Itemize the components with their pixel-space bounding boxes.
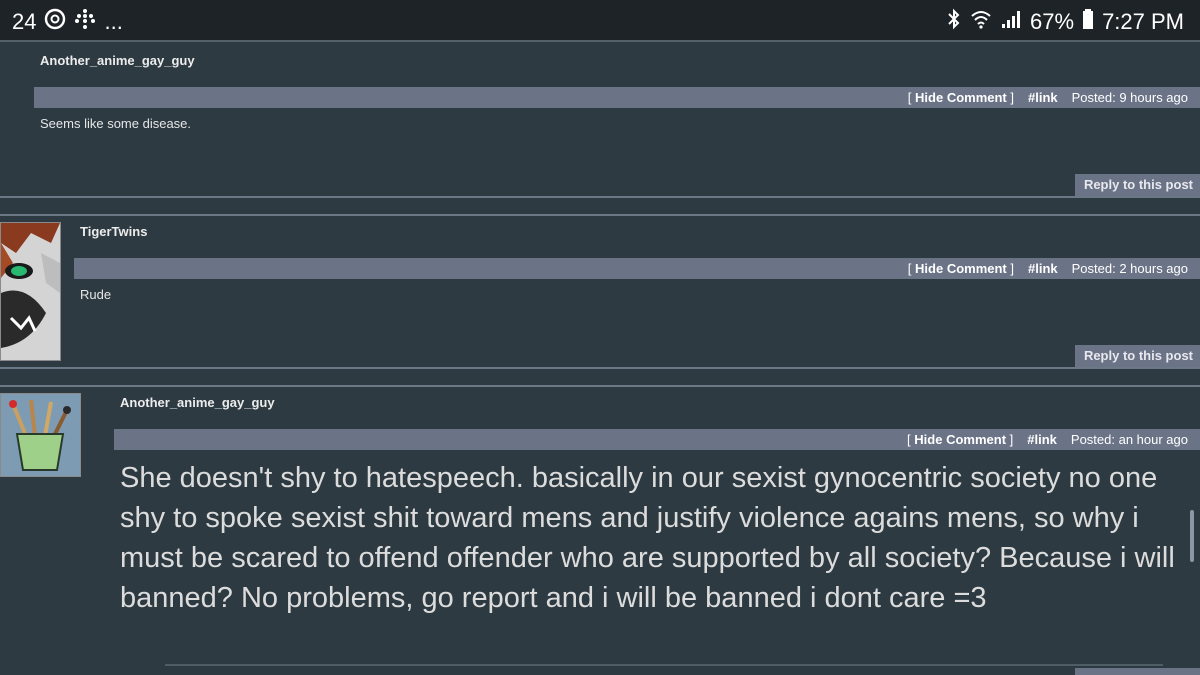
posted-time: Posted: 9 hours ago xyxy=(1071,90,1188,105)
comment-username[interactable]: Another_anime_gay_guy xyxy=(40,53,195,68)
comment-separator xyxy=(0,214,1200,216)
bluetooth-icon xyxy=(946,8,962,36)
hide-comment-link[interactable]: Hide Comment xyxy=(915,261,1007,276)
comment-separator xyxy=(0,367,1200,369)
comment-header-bar: [ Hide Comment ] #link Posted: an hour ago xyxy=(114,429,1200,450)
sync-icon xyxy=(44,8,66,36)
wifi-icon xyxy=(970,8,992,36)
dots-grid-icon xyxy=(74,8,96,36)
battery-percent: 67% xyxy=(1030,9,1075,34)
comment-text: Rude xyxy=(80,287,112,302)
avatar[interactable] xyxy=(0,222,61,361)
comment-separator xyxy=(0,40,1200,42)
comment-separator xyxy=(0,385,1200,387)
comment-meta: [ Hide Comment ] #link Posted: 9 hours ago xyxy=(907,90,1188,105)
comment-divider xyxy=(165,664,1163,666)
comment-separator xyxy=(0,196,1200,198)
permalink[interactable]: #link xyxy=(1028,90,1058,105)
hide-comment-link[interactable]: Hide Comment xyxy=(914,432,1006,447)
comment-meta: [ Hide Comment ] #link Posted: 2 hours ago xyxy=(907,261,1188,276)
reply-button[interactable]: Reply to this post xyxy=(1075,345,1200,367)
reply-button[interactable]: Reply to this post xyxy=(1075,174,1200,196)
avatar[interactable] xyxy=(0,393,81,477)
permalink[interactable]: #link xyxy=(1028,261,1058,276)
notification-count: 24 xyxy=(12,9,37,34)
reply-button-partial[interactable] xyxy=(1075,668,1200,675)
comment-meta: [ Hide Comment ] #link Posted: an hour ago xyxy=(907,432,1188,447)
clock: 7:27 PM xyxy=(1102,9,1184,34)
status-right: 67% 7:27 PM xyxy=(946,8,1184,36)
comment-header-bar: [ Hide Comment ] #link Posted: 2 hours ago xyxy=(74,258,1200,279)
comment-text: Seems like some disease. xyxy=(40,116,192,131)
comment-header-bar: [ Hide Comment ] #link Posted: 9 hours ago xyxy=(34,87,1200,108)
posted-time: Posted: 2 hours ago xyxy=(1071,261,1188,276)
more-indicator: ... xyxy=(104,9,123,34)
permalink[interactable]: #link xyxy=(1027,432,1057,447)
status-left: 24 ... xyxy=(12,8,123,36)
posted-time: Posted: an hour ago xyxy=(1070,432,1188,447)
scrollbar[interactable] xyxy=(1190,510,1194,562)
hide-comment-link[interactable]: Hide Comment xyxy=(915,90,1007,105)
status-bar: 24 ... 67% 7:27 PM xyxy=(0,0,1200,40)
signal-icon xyxy=(1000,8,1022,36)
comment-text: She doesn't shy to hatespeech. basically… xyxy=(120,462,1175,614)
battery-icon xyxy=(1082,8,1094,36)
comment-username[interactable]: TigerTwins xyxy=(80,224,147,239)
comment-username[interactable]: Another_anime_gay_guy xyxy=(120,395,275,410)
